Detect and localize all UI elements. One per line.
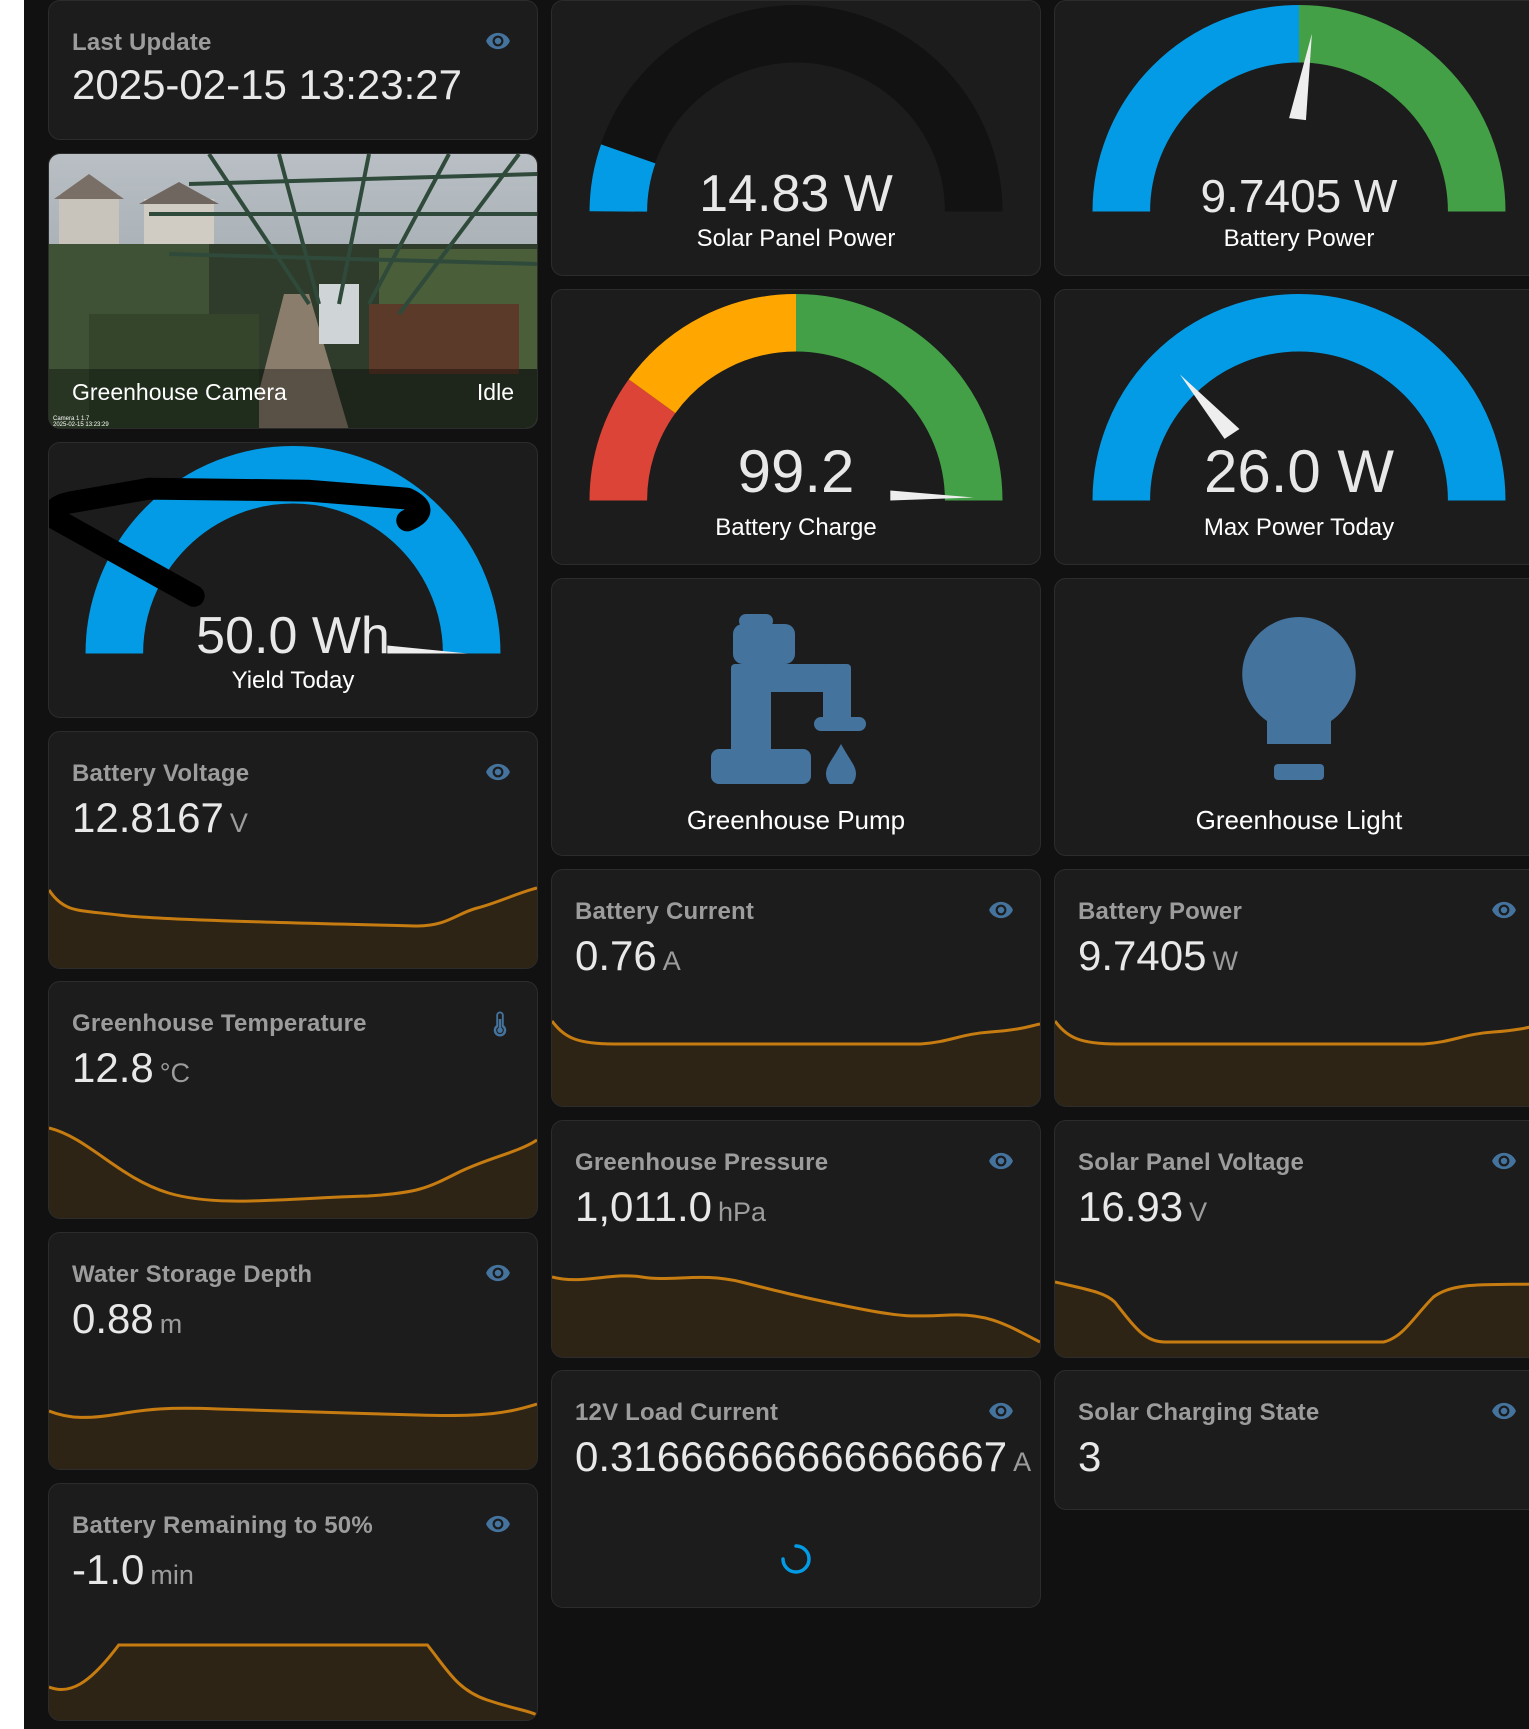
- pressure-title: Greenhouse Pressure: [575, 1149, 829, 1176]
- dashboard: Last Update 2025-02-15 13:23:27 Greenhou…: [24, 0, 1529, 1729]
- battery-current-title: Battery Current: [575, 898, 755, 925]
- yield-today-gauge[interactable]: 50.0 Wh Yield Today: [48, 442, 538, 718]
- eye-icon[interactable]: [481, 1511, 515, 1537]
- battery-current-card[interactable]: Battery Current 0.76 A: [551, 869, 1041, 1107]
- gauge-segment-orange: [628, 293, 797, 414]
- last-update-label: Last Update: [72, 29, 212, 56]
- battery-charge-value: 99.2: [737, 438, 855, 505]
- eye-icon[interactable]: [984, 897, 1018, 923]
- camera-state: Idle: [476, 379, 514, 405]
- water-depth-title: Water Storage Depth: [72, 1261, 313, 1288]
- battery-voltage-value: 12.8167 V: [72, 794, 248, 841]
- greenhouse-pump-button[interactable]: Greenhouse Pump: [551, 578, 1041, 856]
- water-storage-depth-card[interactable]: Water Storage Depth 0.88 m: [48, 1232, 538, 1470]
- water-depth-graph: [49, 1402, 537, 1469]
- eye-icon[interactable]: [984, 1398, 1018, 1424]
- eye-icon[interactable]: [1487, 1398, 1521, 1424]
- battery-power-gauge-name: Battery Power: [1223, 225, 1375, 252]
- eye-icon[interactable]: [481, 759, 515, 785]
- battery-remaining-title: Battery Remaining to 50%: [72, 1512, 373, 1539]
- solar-panel-power-gauge[interactable]: 14.83 W Solar Panel Power: [551, 0, 1041, 276]
- charging-state-title: Solar Charging State: [1078, 1399, 1320, 1426]
- battery-voltage-title: Battery Voltage: [72, 760, 250, 787]
- solar-voltage-graph: [1055, 1280, 1529, 1357]
- pressure-value: 1,011.0 hPa: [575, 1183, 767, 1230]
- loading-spinner-icon: [781, 1544, 811, 1574]
- battery-voltage-graph: [49, 886, 537, 968]
- max-power-today-gauge[interactable]: 26.0 W Max Power Today: [1054, 289, 1529, 565]
- water-pump-icon: [711, 614, 866, 784]
- pressure-graph: [552, 1274, 1040, 1357]
- solar-power-name: Solar Panel Power: [696, 225, 896, 252]
- battery-power-gauge-value: 9.7405 W: [1200, 170, 1398, 222]
- eye-icon[interactable]: [984, 1148, 1018, 1174]
- eye-icon[interactable]: [1487, 897, 1521, 923]
- solar-charging-state-card[interactable]: Solar Charging State 3: [1054, 1370, 1529, 1510]
- load-current-title: 12V Load Current: [575, 1399, 779, 1426]
- greenhouse-pressure-card[interactable]: Greenhouse Pressure 1,011.0 hPa: [551, 1120, 1041, 1358]
- temperature-title: Greenhouse Temperature: [72, 1010, 367, 1037]
- load-current-value: 0.31666666666666667 A: [575, 1433, 1032, 1480]
- battery-power-gauge[interactable]: 9.7405 W Battery Power: [1054, 0, 1529, 276]
- greenhouse-temperature-card[interactable]: Greenhouse Temperature 12.8 °C: [48, 981, 538, 1219]
- pump-label: Greenhouse Pump: [686, 805, 906, 835]
- water-depth-value: 0.88 m: [72, 1295, 183, 1342]
- battery-power-card[interactable]: Battery Power 9.7405 W: [1054, 869, 1529, 1107]
- charging-state-value: 3: [1078, 1433, 1102, 1480]
- eye-icon[interactable]: [1487, 1148, 1521, 1174]
- yield-value: 50.0 Wh: [196, 607, 390, 665]
- battery-charge-gauge[interactable]: 99.2 Battery Charge: [551, 289, 1041, 565]
- last-update-card[interactable]: Last Update 2025-02-15 13:23:27: [48, 0, 538, 140]
- battery-current-value: 0.76 A: [575, 932, 681, 979]
- camera-overlay-text: Camera 1 1.7 2025-02-15 13:23:29: [53, 416, 109, 428]
- load-current-card[interactable]: 12V Load Current 0.31666666666666667 A: [551, 1370, 1041, 1608]
- battery-remaining-card[interactable]: Battery Remaining to 50% -1.0 min: [48, 1483, 538, 1721]
- battery-charge-name: Battery Charge: [715, 514, 877, 541]
- greenhouse-light-button[interactable]: Greenhouse Light: [1054, 578, 1529, 856]
- battery-power-graph: [1055, 1020, 1529, 1106]
- temperature-graph: [49, 1126, 537, 1218]
- solar-voltage-title: Solar Panel Voltage: [1078, 1149, 1305, 1176]
- yield-name: Yield Today: [231, 667, 355, 694]
- battery-remaining-value: -1.0 min: [72, 1546, 194, 1593]
- last-update-value: 2025-02-15 13:23:27: [72, 61, 462, 108]
- eye-icon[interactable]: [481, 28, 515, 54]
- battery-power-title: Battery Power: [1078, 898, 1242, 925]
- solar-voltage-value: 16.93 V: [1078, 1183, 1208, 1230]
- light-label: Greenhouse Light: [1195, 805, 1403, 835]
- max-power-name: Max Power Today: [1203, 514, 1395, 541]
- eye-icon[interactable]: [481, 1260, 515, 1286]
- battery-power-value: 9.7405 W: [1078, 932, 1238, 979]
- gauge-needle: [1179, 374, 1240, 439]
- thermometer-icon[interactable]: [485, 1007, 515, 1041]
- camera-name: Greenhouse Camera: [72, 379, 287, 405]
- battery-remaining-graph: [49, 1643, 537, 1720]
- lightbulb-icon: [1242, 617, 1356, 780]
- temperature-value: 12.8 °C: [72, 1044, 191, 1091]
- greenhouse-camera-card[interactable]: Greenhouse Camera Idle Camera 1 1.7 2025-…: [48, 153, 538, 429]
- solar-power-value: 14.83 W: [699, 165, 893, 223]
- battery-current-graph: [552, 1020, 1040, 1106]
- max-power-value: 26.0 W: [1203, 438, 1395, 505]
- solar-panel-voltage-card[interactable]: Solar Panel Voltage 16.93 V: [1054, 1120, 1529, 1358]
- battery-voltage-card[interactable]: Battery Voltage 12.8167 V: [48, 731, 538, 969]
